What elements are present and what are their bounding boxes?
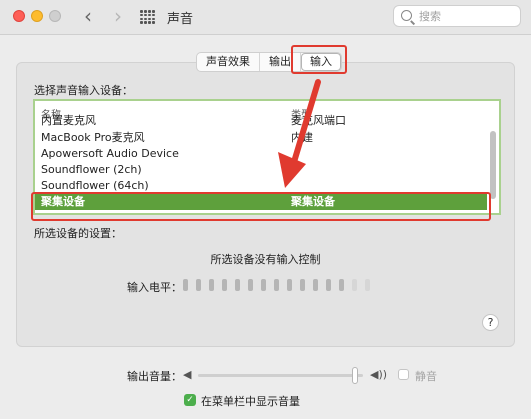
show-volume-in-menu-checkbox[interactable]: ✓	[184, 394, 196, 406]
search-icon	[401, 10, 412, 21]
device-type: 麦克风端口	[291, 114, 346, 127]
level-bar	[196, 279, 201, 291]
level-bar	[300, 279, 305, 291]
level-bar	[365, 279, 370, 291]
level-bar	[326, 279, 331, 291]
level-bar	[235, 279, 240, 291]
table-row[interactable]: Apowersoft Audio Device	[35, 146, 487, 162]
selected-row-highlight	[31, 192, 491, 221]
device-name: MacBook Pro麦克风	[41, 131, 145, 144]
input-device-label: 选择声音输入设备：	[34, 84, 133, 97]
input-level-meter	[183, 279, 378, 293]
speaker-high-icon: ◀))	[370, 368, 388, 381]
level-bar	[183, 279, 188, 291]
level-bar	[287, 279, 292, 291]
output-volume-label: 输出音量：	[127, 370, 182, 383]
device-type: 内建	[291, 131, 313, 144]
no-input-controls-text: 所选设备没有输入控制	[210, 253, 321, 266]
tab-sound-effects[interactable]: 声音效果	[197, 53, 260, 71]
table-scrollbar[interactable]	[490, 131, 496, 199]
level-bar	[352, 279, 357, 291]
level-bar	[274, 279, 279, 291]
level-bar	[339, 279, 344, 291]
device-settings-label: 所选设备的设置：	[34, 227, 122, 240]
device-name: 内置麦克风	[41, 114, 96, 127]
output-volume-slider[interactable]	[198, 374, 363, 377]
input-tab-highlight	[291, 45, 347, 74]
level-bar	[248, 279, 253, 291]
device-name: Soundflower (2ch)	[41, 163, 142, 176]
level-bar	[261, 279, 266, 291]
chevron-left-icon[interactable]: ‹	[78, 5, 98, 27]
window-title: 声音	[167, 12, 194, 27]
search-input[interactable]	[419, 9, 514, 24]
table-row[interactable]: 内置麦克风 麦克风端口	[35, 113, 487, 129]
help-icon[interactable]: ?	[482, 314, 499, 331]
level-bar	[222, 279, 227, 291]
mute-label: 静音	[415, 370, 437, 383]
mute-checkbox[interactable]	[398, 369, 409, 380]
close-button[interactable]	[13, 10, 25, 22]
show-volume-in-menu-label: 在菜单栏中显示音量	[201, 395, 300, 408]
zoom-button[interactable]	[49, 10, 61, 22]
table-row[interactable]: Soundflower (2ch)	[35, 162, 487, 178]
chevron-right-icon[interactable]: ›	[108, 5, 128, 27]
level-bar	[313, 279, 318, 291]
grid-icon[interactable]	[140, 10, 155, 24]
speaker-low-icon: ◀	[183, 368, 192, 381]
input-level-label: 输入电平：	[127, 281, 182, 294]
title-bar: ‹ › 声音	[0, 0, 531, 35]
level-bar	[209, 279, 214, 291]
search-field[interactable]	[393, 5, 521, 27]
device-name: Apowersoft Audio Device	[41, 147, 179, 160]
minimize-button[interactable]	[31, 10, 43, 22]
output-volume-slider-thumb[interactable]	[351, 367, 358, 384]
table-row[interactable]: MacBook Pro麦克风 内建	[35, 130, 487, 146]
